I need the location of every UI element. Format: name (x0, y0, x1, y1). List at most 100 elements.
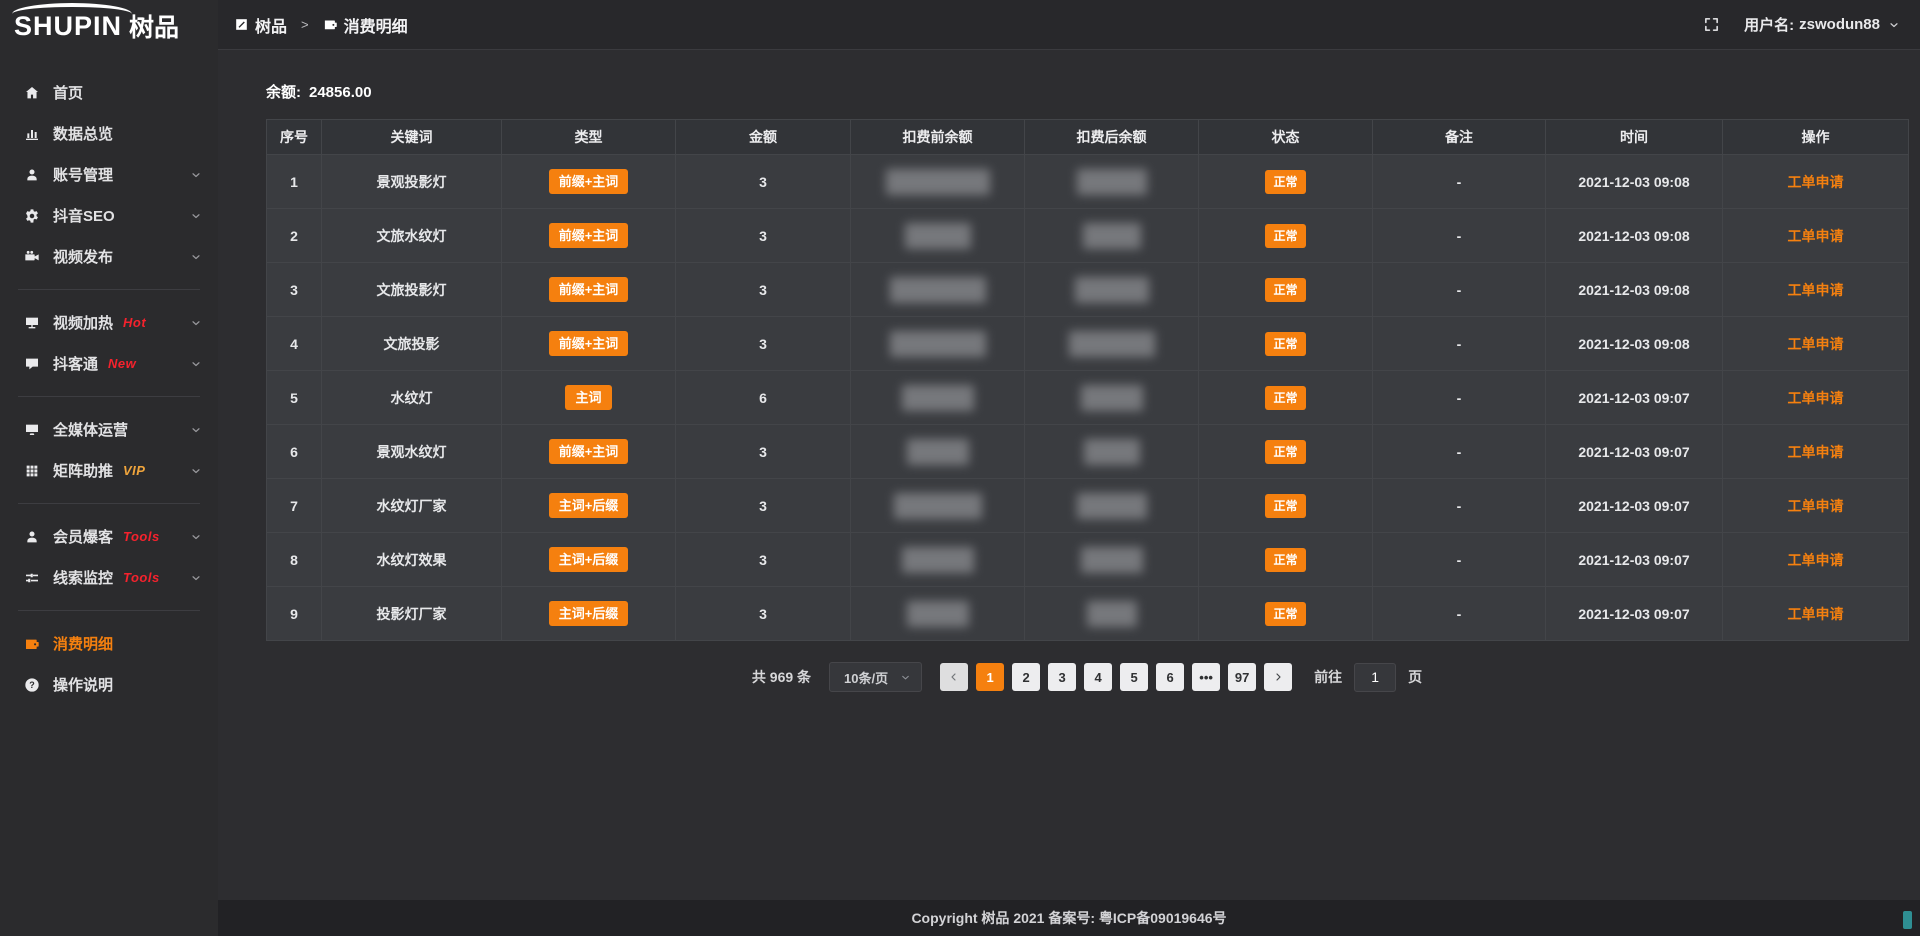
sidebar-item-label: 抖音SEO (53, 205, 115, 226)
column-header-time: 时间 (1546, 120, 1723, 155)
sidebar-item-label: 数据总览 (53, 123, 113, 144)
grid-icon (24, 463, 40, 479)
sidebar-item-data-overview[interactable]: 数据总览 (0, 113, 218, 154)
cell-status: 正常 (1199, 209, 1373, 263)
action-link[interactable]: 工单申请 (1788, 444, 1844, 460)
masked-value (1087, 601, 1137, 627)
screen-play-icon (24, 315, 40, 331)
action-link[interactable]: 工单申请 (1788, 390, 1844, 406)
cell-type: 主词+后缀 (502, 479, 676, 533)
action-link[interactable]: 工单申请 (1788, 174, 1844, 190)
sidebar-item-video-publish[interactable]: 视频发布 (0, 236, 218, 277)
username-label: 用户名: (1744, 14, 1794, 35)
cell-balance_before (851, 371, 1025, 425)
sidebar: SHUPIN 树品 首页数据总览账号管理抖音SEO 视频发布视频加热Hot抖客通N… (0, 0, 218, 936)
gear-icon (24, 208, 40, 224)
action-link[interactable]: 工单申请 (1788, 498, 1844, 514)
breadcrumb-item-home[interactable]: 树品 (234, 13, 287, 37)
action-link[interactable]: 工单申请 (1788, 336, 1844, 352)
sidebar-item-account-manage[interactable]: 账号管理 (0, 154, 218, 195)
cell-time: 2021-12-03 09:08 (1546, 209, 1723, 263)
page-button-3[interactable]: 3 (1048, 663, 1076, 691)
breadcrumb-item-current[interactable]: 消费明细 (323, 13, 408, 37)
sidebar-item-label: 操作说明 (53, 674, 113, 695)
goto-label: 前往 (1314, 667, 1342, 687)
total-count: 共 969 条 (752, 667, 811, 687)
cell-balance_after (1025, 155, 1199, 209)
page-button-6[interactable]: 6 (1156, 663, 1184, 691)
sidebar-item-douyin-seo[interactable]: 抖音SEO (0, 195, 218, 236)
cell-action: 工单申请 (1723, 425, 1909, 479)
status-badge: 正常 (1265, 332, 1305, 356)
cell-amount: 3 (676, 533, 851, 587)
wallet-icon (323, 17, 338, 32)
sidebar-item-member-burst[interactable]: 会员爆客Tools (0, 516, 218, 557)
action-link[interactable]: 工单申请 (1788, 552, 1844, 568)
cell-action: 工单申请 (1723, 533, 1909, 587)
sidebar-item-douketong[interactable]: 抖客通New (0, 343, 218, 384)
sliders-icon (24, 570, 40, 586)
cell-keyword: 文旅投影灯 (322, 263, 502, 317)
sidebar-item-consume-detail[interactable]: 消费明细 (0, 623, 218, 664)
cell-balance_after (1025, 263, 1199, 317)
sidebar-item-operation-guide[interactable]: ?操作说明 (0, 664, 218, 705)
pagination: 共 969 条 10条/页 123456•••97 前往 页 (266, 662, 1908, 692)
page-button-5[interactable]: 5 (1120, 663, 1148, 691)
topbar-right: 用户名: zswodun88 (1703, 14, 1900, 35)
sidebar-item-label: 首页 (53, 82, 83, 103)
fullscreen-icon[interactable] (1703, 16, 1720, 33)
action-link[interactable]: 工单申请 (1788, 606, 1844, 622)
sidebar-item-matrix-boost[interactable]: 矩阵助推VIP (0, 450, 218, 491)
chevron-down-icon (190, 251, 202, 263)
cell-time: 2021-12-03 09:07 (1546, 371, 1723, 425)
cell-balance_before (851, 317, 1025, 371)
cell-status: 正常 (1199, 425, 1373, 479)
masked-value (1077, 493, 1147, 519)
page-button-4[interactable]: 4 (1084, 663, 1112, 691)
table-row: 5水纹灯主词6正常-2021-12-03 09:07工单申请 (267, 371, 1909, 425)
masked-value (907, 439, 969, 465)
cell-amount: 3 (676, 587, 851, 641)
table-row: 1景观投影灯前缀+主词3正常-2021-12-03 09:08工单申请 (267, 155, 1909, 209)
type-badge: 前缀+主词 (549, 169, 629, 194)
cell-index: 5 (267, 371, 322, 425)
sidebar-item-media-operation[interactable]: 全媒体运营 (0, 409, 218, 450)
sidebar-item-video-heat[interactable]: 视频加热Hot (0, 302, 218, 343)
page-size-select[interactable]: 10条/页 (829, 662, 922, 692)
breadcrumb-label: 树品 (255, 13, 287, 37)
sidebar-item-label: 全媒体运营 (53, 419, 128, 440)
user-menu[interactable]: 用户名: zswodun88 (1744, 14, 1900, 35)
status-badge: 正常 (1265, 224, 1305, 248)
topbar: 树品 > 消费明细 用户名: zswodun88 (218, 0, 1920, 50)
cell-amount: 3 (676, 479, 851, 533)
chevron-down-icon (190, 210, 202, 222)
page-size-value: 10条/页 (844, 668, 888, 687)
cell-action: 工单申请 (1723, 317, 1909, 371)
page-button-2[interactable]: 2 (1012, 663, 1040, 691)
cell-type: 前缀+主词 (502, 155, 676, 209)
cell-note: - (1373, 425, 1546, 479)
main-content: 余额: 24856.00 序号关键词类型金额扣费前余额扣费后余额状态备注时间操作… (218, 51, 1920, 900)
cell-amount: 3 (676, 317, 851, 371)
next-page-button[interactable] (1264, 663, 1292, 691)
prev-page-button[interactable] (940, 663, 968, 691)
sidebar-item-clue-monitor[interactable]: 线索监控Tools (0, 557, 218, 598)
status-badge: 正常 (1265, 170, 1305, 194)
sidebar-item-label: 会员爆客 (53, 526, 113, 547)
cell-amount: 3 (676, 263, 851, 317)
brand-logo[interactable]: SHUPIN 树品 (0, 0, 218, 52)
masked-value (1075, 277, 1149, 303)
cell-balance_before (851, 587, 1025, 641)
goto-page-input[interactable] (1354, 663, 1396, 692)
cell-status: 正常 (1199, 479, 1373, 533)
page-button-1[interactable]: 1 (976, 663, 1004, 691)
table-row: 7水纹灯厂家主词+后缀3正常-2021-12-03 09:07工单申请 (267, 479, 1909, 533)
page-button-97[interactable]: 97 (1228, 663, 1256, 691)
action-link[interactable]: 工单申请 (1788, 282, 1844, 298)
cell-status: 正常 (1199, 533, 1373, 587)
sidebar-item-home[interactable]: 首页 (0, 72, 218, 113)
table-header-row: 序号关键词类型金额扣费前余额扣费后余额状态备注时间操作 (267, 120, 1909, 155)
cell-balance_after (1025, 209, 1199, 263)
page-ellipsis-button[interactable]: ••• (1192, 663, 1220, 691)
action-link[interactable]: 工单申请 (1788, 228, 1844, 244)
